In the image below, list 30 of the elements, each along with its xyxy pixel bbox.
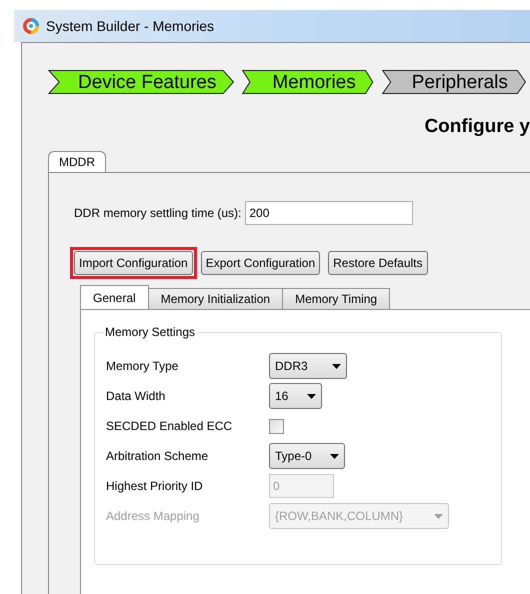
field-label: Address Mapping	[106, 508, 200, 525]
dropdown[interactable]: DDR3	[269, 353, 347, 379]
field-label: Highest Priority ID	[106, 478, 204, 495]
breadcrumb-step[interactable]: Memories	[242, 70, 374, 94]
dropdown[interactable]: Type-0	[269, 443, 345, 469]
field-label: Memory Type	[106, 358, 180, 375]
caret-icon	[434, 514, 443, 518]
page-heading: Configure y	[424, 116, 530, 138]
checkbox[interactable]	[269, 418, 284, 434]
group-title: Memory Settings	[103, 324, 198, 340]
caret-icon	[307, 394, 316, 398]
toolbar-button[interactable]: Import Configuration	[74, 251, 193, 275]
caret-icon	[332, 364, 341, 368]
field-label: Arbitration Scheme	[106, 448, 210, 465]
field-label: SECDED Enabled ECC	[106, 418, 234, 435]
tab[interactable]: MDDR	[48, 151, 106, 172]
tab[interactable]: Memory Initialization	[148, 288, 284, 309]
tab[interactable]: Memory Timing	[282, 288, 390, 309]
tab[interactable]: General	[80, 285, 149, 309]
toolbar-button[interactable]: Export Configuration	[200, 251, 320, 275]
dropdown[interactable]: 16	[269, 383, 322, 409]
field-label: Data Width	[106, 388, 166, 405]
breadcrumb-step[interactable]: Peripherals	[382, 70, 526, 94]
settling-time-input[interactable]: 200	[245, 201, 414, 225]
caret-icon	[330, 454, 339, 458]
app-logo-icon	[22, 17, 40, 35]
toolbar-button[interactable]: Restore Defaults	[328, 251, 428, 275]
field-label: DDR memory settling time (us):	[74, 205, 242, 222]
window-title: System Builder - Memories	[46, 16, 214, 36]
breadcrumb-step[interactable]: Device Features	[48, 70, 234, 94]
